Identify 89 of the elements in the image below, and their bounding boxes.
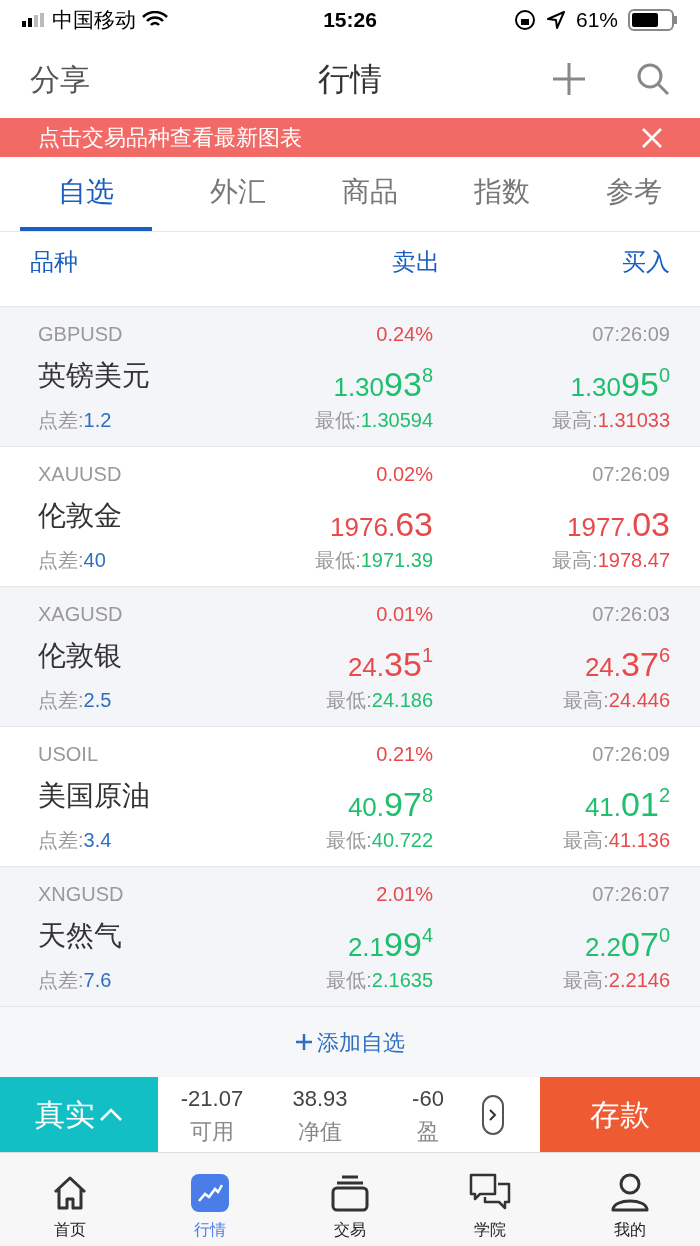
chevron-right-icon[interactable] xyxy=(482,1094,504,1135)
high-price-text: 最高:1978.47 xyxy=(551,547,670,573)
spread-text: 点差:7.6 xyxy=(38,967,113,993)
caret-icon xyxy=(99,1107,123,1122)
change-percent: 0.21% xyxy=(375,741,433,767)
add-icon[interactable] xyxy=(552,62,586,96)
battery-percent: 61% xyxy=(575,7,618,34)
quote-time: 07:26:09 xyxy=(591,321,670,347)
category-tab[interactable]: 商品 xyxy=(304,157,436,231)
home-icon xyxy=(51,1174,89,1212)
spread-text: 点差:2.5 xyxy=(38,687,113,713)
category-tab[interactable]: 指数 xyxy=(436,157,568,231)
quote-time: 07:26:03 xyxy=(591,601,670,627)
signal-icon xyxy=(22,13,46,27)
account-value: 38.93 xyxy=(292,1084,348,1113)
location-icon xyxy=(545,10,566,30)
account-label: 可用 xyxy=(190,1117,234,1146)
chart-icon xyxy=(191,1174,229,1212)
symbol-code: XNGUSD xyxy=(38,881,125,907)
ask-price: 1.3095$^{0}$ xyxy=(570,364,670,401)
low-price-text: 最低:24.186 xyxy=(325,687,433,713)
low-price-text: 最低:40.722 xyxy=(325,827,433,853)
search-icon[interactable] xyxy=(636,62,670,96)
add-watchlist-button[interactable]: 添加自选 xyxy=(295,1025,405,1059)
bottom-tab[interactable]: 交易 xyxy=(280,1153,420,1246)
close-icon[interactable] xyxy=(642,127,662,148)
bid-price: 24.35$^{1}$ xyxy=(347,644,433,681)
bottom-tab[interactable]: 首页 xyxy=(0,1153,140,1246)
quote-time: 07:26:09 xyxy=(591,461,670,487)
status-time: 15:26 xyxy=(322,7,378,34)
rotation-lock-icon xyxy=(513,9,536,31)
ask-price: 1977.03 xyxy=(567,506,670,541)
column-header: 买入 xyxy=(621,247,670,277)
ask-price: 2.207$^{0}$ xyxy=(584,924,670,961)
bottom-tab[interactable]: 我的 xyxy=(560,1153,700,1246)
quote-time: 07:26:07 xyxy=(591,881,670,907)
spread-text: 点差:40 xyxy=(38,547,107,573)
high-price-text: 最高:41.136 xyxy=(562,827,670,853)
quote-row[interactable]: XAGUSD 0.01% 07:26:03 伦敦银 24.35$^{1}$ 24.37$^{6}$ 点差:2.5 最低:24.186 最高:24.446 xyxy=(0,587,700,727)
page-title: 行情 xyxy=(317,60,383,99)
category-tab[interactable]: 外汇 xyxy=(172,157,304,231)
quote-row[interactable]: GBPUSD 0.24% 07:26:09 英镑美元 1.3093$^{8}$ 1.3095$^{0}$ 点差:1.2 最低:1.30594 最高:1.31033 xyxy=(0,307,700,447)
instrument-name: 英镑美元 xyxy=(38,358,151,393)
category-tab[interactable]: 参考 xyxy=(568,157,700,231)
symbol-code: USOIL xyxy=(38,741,100,767)
account-label: 盈 xyxy=(417,1117,439,1146)
column-header: 品种 xyxy=(30,247,79,277)
instrument-name: 伦敦金 xyxy=(38,498,123,533)
account-value: -60 xyxy=(412,1084,444,1113)
low-price-text: 最低:1.30594 xyxy=(314,407,433,433)
symbol-code: XAUUSD xyxy=(38,461,123,487)
quote-time: 07:26:09 xyxy=(591,741,670,767)
category-tab[interactable]: 自选 xyxy=(20,157,152,231)
stack-icon xyxy=(330,1174,370,1212)
high-price-text: 最高:24.446 xyxy=(562,687,670,713)
quote-row[interactable]: XNGUSD 2.01% 07:26:07 天然气 2.199$^{4}$ 2.207$^{0}$ 点差:7.6 最低:2.1635 最高:2.2146 xyxy=(0,867,700,1007)
change-percent: 0.02% xyxy=(375,461,433,487)
bottom-tab[interactable]: 学院 xyxy=(420,1153,560,1246)
change-percent: 0.01% xyxy=(375,601,433,627)
high-price-text: 最高:1.31033 xyxy=(551,407,670,433)
bid-price: 1.3093$^{8}$ xyxy=(333,364,433,401)
bid-price: 2.199$^{4}$ xyxy=(347,924,433,961)
notice-text: 点击交易品种查看最新图表 xyxy=(38,124,302,152)
instrument-name: 天然气 xyxy=(38,918,123,953)
spread-text: 点差:1.2 xyxy=(38,407,113,433)
user-icon xyxy=(610,1172,650,1212)
low-price-text: 最低:1971.39 xyxy=(314,547,433,573)
spread-text: 点差:3.4 xyxy=(38,827,113,853)
chat-icon xyxy=(468,1172,512,1212)
low-price-text: 最低:2.1635 xyxy=(325,967,433,993)
bottom-tab[interactable]: 行情 xyxy=(140,1153,280,1246)
change-percent: 0.24% xyxy=(375,321,433,347)
plus-icon xyxy=(295,1033,313,1051)
account-label: 净值 xyxy=(298,1117,342,1146)
symbol-code: GBPUSD xyxy=(38,321,124,347)
carrier-name: 中国移动 xyxy=(52,7,136,34)
instrument-name: 伦敦银 xyxy=(38,638,123,673)
battery-icon xyxy=(628,9,678,31)
share-button[interactable]: 分享 xyxy=(30,56,180,102)
ask-price: 24.37$^{6}$ xyxy=(584,644,670,681)
bid-price: 40.97$^{8}$ xyxy=(347,784,433,821)
account-value: -21.07 xyxy=(180,1084,244,1113)
column-header: 卖出 xyxy=(391,247,440,277)
high-price-text: 最高:2.2146 xyxy=(562,967,670,993)
ask-price: 41.01$^{2}$ xyxy=(584,784,670,821)
change-percent: 2.01% xyxy=(375,881,433,907)
symbol-code: XAGUSD xyxy=(38,601,124,627)
bid-price: 1976.63 xyxy=(330,506,433,541)
instrument-name: 美国原油 xyxy=(38,778,151,813)
